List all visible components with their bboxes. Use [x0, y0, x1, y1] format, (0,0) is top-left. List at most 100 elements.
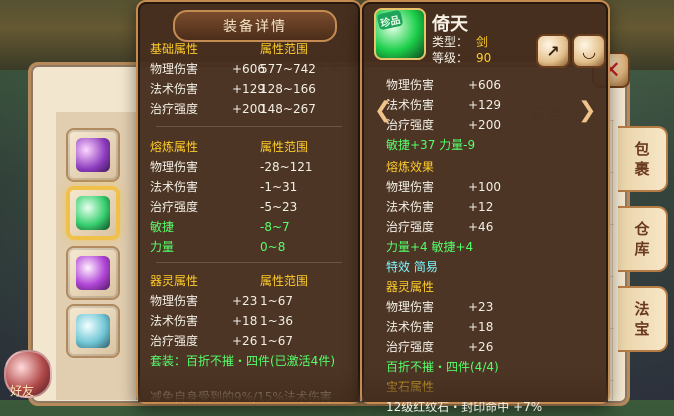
- base-row-name: 物理伤害: [386, 78, 435, 92]
- section-smelt-title: 熔炼属性: [150, 140, 199, 154]
- base-row: 物理伤害 +606: [386, 76, 596, 94]
- smelt-title-row: 熔炼效果: [386, 158, 596, 176]
- smelt-row-name: 法术伤害: [386, 200, 435, 214]
- base-row-name: 治疗强度: [150, 102, 199, 116]
- spirit-title: 器灵属性: [386, 280, 435, 294]
- item-name: 倚天: [432, 14, 468, 35]
- share-button[interactable]: ↗: [536, 34, 570, 68]
- smelt-row-range: -28~121: [260, 160, 313, 174]
- tab-bag[interactable]: 包 裹: [618, 126, 668, 192]
- tab-warehouse[interactable]: 仓 库: [618, 206, 668, 272]
- smelt-row-name: 敏捷: [150, 220, 175, 234]
- smelt-row-name: 治疗强度: [150, 200, 199, 214]
- base-row-value: +129: [468, 98, 501, 112]
- section-spirit-header: 器灵属性 属性范围: [150, 272, 348, 290]
- set-line-row: 百折不摧・四件(4/4): [386, 358, 596, 376]
- base-row-name: 法术伤害: [150, 82, 199, 96]
- set-effect-line: 减免自身受到的9%/15%法术伤害: [150, 388, 348, 406]
- tab-treasure-line-2: 宝: [634, 320, 650, 338]
- smelt-row: 治疗强度 -5~23: [150, 198, 348, 216]
- spirit-row-value: +26: [468, 340, 494, 354]
- smelt-title: 熔炼效果: [386, 160, 435, 174]
- spirit-row-name: 法术伤害: [150, 314, 199, 328]
- spirit-row-name: 物理伤害: [150, 294, 199, 308]
- eye-button[interactable]: ◡: [572, 34, 606, 68]
- item-level-key: 等级：: [432, 51, 469, 65]
- spirit-row: 法术伤害 +18 1~36: [150, 312, 348, 330]
- equipment-details-tooltip: 装备详情 基础属性 属性范围 物理伤害 +606 577~742 法术伤害 +1…: [136, 0, 362, 404]
- tab-treasure-line-1: 法: [634, 300, 650, 318]
- base-extra-text: 敏捷+37 力量-9: [386, 138, 476, 152]
- base-row-name: 物理伤害: [150, 62, 199, 76]
- armor-icon: [76, 314, 110, 348]
- spirit-row-range: 1~67: [260, 334, 293, 348]
- necklace-icon: [76, 256, 110, 290]
- base-row-range: 577~742: [260, 62, 316, 76]
- gem-line-text: 12级红纹石・封印命中 +7%: [386, 400, 543, 414]
- smelt-row: 敏捷 -8~7: [150, 218, 348, 236]
- tab-treasure[interactable]: 法 宝: [618, 286, 668, 352]
- spirit-row-range: 1~67: [260, 294, 293, 308]
- tooltip-right-body: 物理伤害 +606 法术伤害 +129 治疗强度 +200 敏捷+37 力量-9…: [386, 76, 596, 414]
- tab-warehouse-line-2: 库: [634, 240, 650, 258]
- spirit-title-row: 器灵属性: [386, 278, 596, 296]
- next-arrow-button[interactable]: ❯: [578, 100, 596, 122]
- item-badge: 珍品: [376, 9, 404, 31]
- divider: [156, 262, 342, 263]
- base-row: 治疗强度 +200: [386, 116, 596, 134]
- spirit-row-value: +18: [468, 320, 494, 334]
- prev-arrow-button[interactable]: ❮: [374, 100, 392, 122]
- smelt-row: 物理伤害 +100: [386, 178, 596, 196]
- tab-bag-line-2: 裹: [634, 160, 650, 178]
- item-icon: 珍品: [374, 8, 426, 60]
- section-smelt-header: 熔炼属性 属性范围: [150, 138, 348, 156]
- gem-title-row: 宝石属性: [386, 378, 596, 396]
- item-header: 珍品 倚天 类型： 剑 等级： 90 ↗ ◡: [374, 8, 606, 68]
- section-base-header: 基础属性 属性范围: [150, 40, 348, 58]
- base-row-range: 128~166: [260, 82, 316, 96]
- equipment-slot-3[interactable]: [66, 246, 120, 300]
- smelt-row-range: -8~7: [260, 220, 290, 234]
- tab-bag-line-1: 包: [634, 140, 650, 158]
- base-row: 物理伤害 +606 577~742: [150, 60, 348, 78]
- base-row-value: +200: [468, 118, 501, 132]
- spirit-row: 物理伤害 +23 1~67: [150, 292, 348, 310]
- smelt-row-range: -5~23: [260, 200, 298, 214]
- item-level-value: 90: [476, 51, 492, 65]
- eye-icon: ◡: [582, 41, 596, 61]
- smelt-row: 法术伤害 +12: [386, 198, 596, 216]
- item-type-key: 类型：: [432, 35, 469, 49]
- bottom-hud: 好友: [0, 340, 62, 400]
- equipment-slot-1[interactable]: [66, 128, 120, 182]
- sword-icon: [76, 196, 110, 230]
- spirit-row: 治疗强度 +26: [386, 338, 596, 356]
- set-effect-text: 减免自身受到的9%/15%法术伤害: [150, 390, 332, 404]
- smelt-row-value: +46: [468, 220, 494, 234]
- smelt-row-range: -1~31: [260, 180, 298, 194]
- gem-line-row: 12级红纹石・封印命中 +7%: [386, 398, 596, 416]
- base-row-name: 治疗强度: [386, 118, 435, 132]
- friend-label: 好友: [10, 384, 35, 398]
- spirit-row: 物理伤害 +23: [386, 298, 596, 316]
- equipment-slot-2[interactable]: [66, 186, 120, 240]
- section-spirit-range-title: 属性范围: [260, 274, 309, 288]
- equipment-slot-4[interactable]: [66, 304, 120, 358]
- spirit-row-name: 治疗强度: [150, 334, 199, 348]
- section-spirit-title: 器灵属性: [150, 274, 199, 288]
- smelt-row-name: 物理伤害: [386, 180, 435, 194]
- equipment-list: [60, 124, 130, 384]
- base-row-name: 法术伤害: [386, 98, 435, 112]
- spirit-row-value: +18: [232, 314, 258, 328]
- chevron-left-icon: ❮: [374, 98, 393, 123]
- base-row: 法术伤害 +129 128~166: [150, 80, 348, 98]
- tooltip-title: 装备详情: [173, 10, 337, 42]
- smelt-row: 物理伤害 -28~121: [150, 158, 348, 176]
- smelt-row: 治疗强度 +46: [386, 218, 596, 236]
- divider: [156, 126, 342, 127]
- item-type-value: 剑: [476, 35, 489, 49]
- spirit-row-value: +23: [232, 294, 258, 308]
- share-icon: ↗: [546, 41, 560, 61]
- smelt-row-value: +12: [468, 200, 494, 214]
- spirit-row: 法术伤害 +18: [386, 318, 596, 336]
- section-base-title: 基础属性: [150, 42, 199, 56]
